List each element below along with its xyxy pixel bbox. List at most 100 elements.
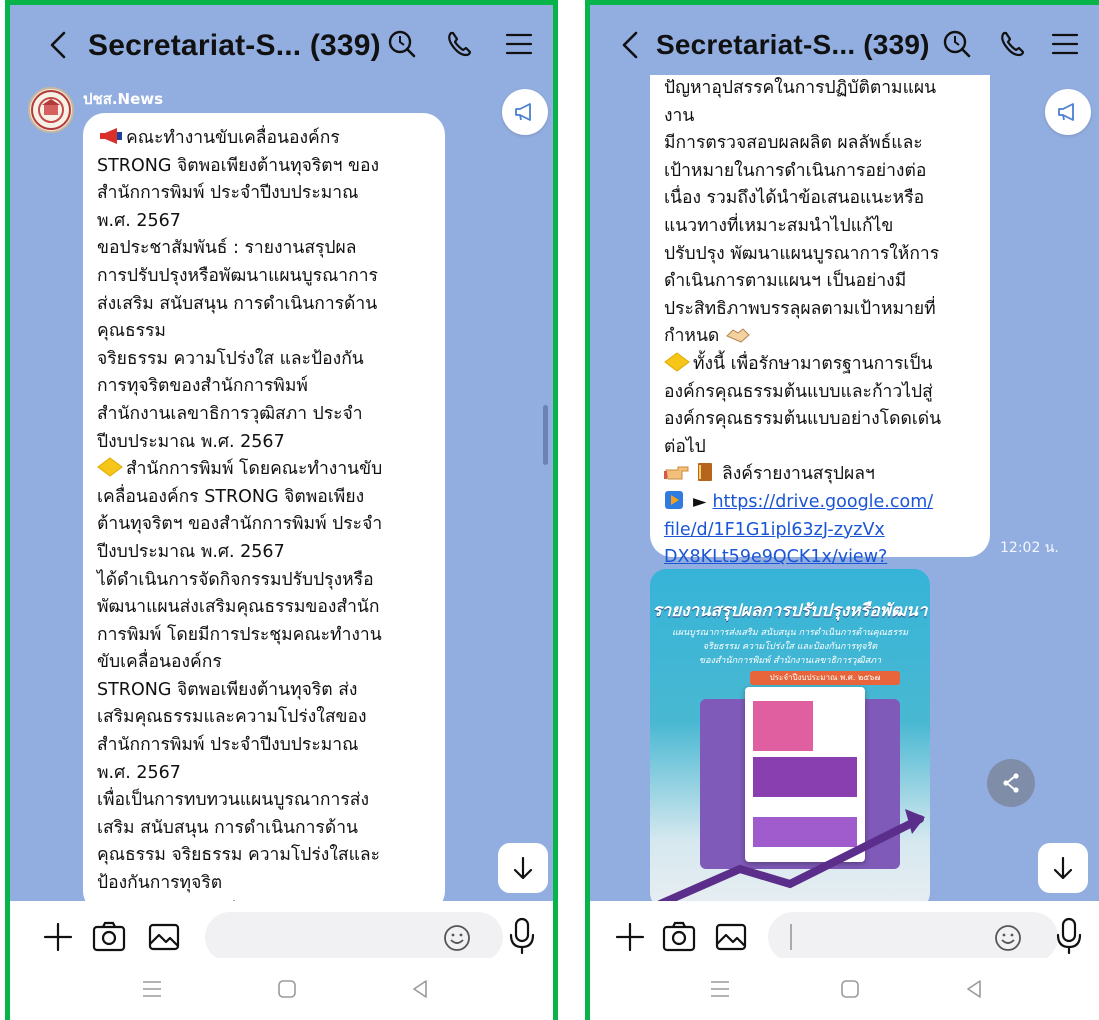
message-line: เสริมคุณธรรมและความโปร่งใสของ <box>97 704 431 732</box>
message-line: จริยธรรม ความโปร่งใส และป้องกัน <box>97 346 431 374</box>
message-text: ปรับปรุง พัฒนาแผนบูรณาการให้การ <box>664 243 940 264</box>
nav-back-icon[interactable] <box>408 978 432 1000</box>
message-text: การพิมพ์ โดยมีการประชุมคณะทำงาน <box>97 624 382 645</box>
message-line: ► https://drive.google.com/ <box>664 489 976 517</box>
message-text: องค์กรคุณธรรมต้นแบบและก้าวไปสู่ <box>664 381 933 402</box>
menu-icon[interactable] <box>502 25 536 63</box>
nav-home-icon[interactable] <box>838 978 862 1000</box>
system-navigation-bar <box>10 958 553 1020</box>
search-icon[interactable] <box>940 25 974 63</box>
share-button[interactable] <box>987 759 1035 807</box>
message-text: ปัญหาอุปสรรคในการปฏิบัติตามแผน <box>664 78 937 98</box>
nav-back-icon[interactable] <box>962 978 986 1000</box>
plus-icon[interactable] <box>612 919 648 955</box>
message-line: เนื่อง รวมถึงได้นำข้อเสนอแนะหรือ <box>664 185 976 213</box>
right-phone-screen: Secretariat-S... (339) ปัญหาอุปสรรคในการ… <box>585 0 1099 1020</box>
message-line: ประสิทธิภาพบรรลุผลตามเป้าหมายที่ <box>664 296 976 324</box>
plus-icon[interactable] <box>40 919 76 955</box>
message-line: เสริม สนับสนุน การดำเนินการด้าน <box>97 815 431 843</box>
system-navigation-bar <box>590 958 1099 1020</box>
image-title: รายงานสรุปผลการปรับปรุงหรือพัฒนา <box>652 601 928 621</box>
message-text: คุณธรรม <box>97 321 166 342</box>
gallery-icon[interactable] <box>145 918 183 956</box>
message-text: การทุจริตของสำนักการพิมพ์ <box>97 376 308 397</box>
message-text: เพื่อเป็นการทบทวนแผนบูรณาการส่ง <box>97 790 369 811</box>
book-icon <box>698 463 712 482</box>
arrow-down-icon <box>513 856 533 880</box>
scrollbar-thumb[interactable] <box>543 405 548 465</box>
chat-area[interactable]: ปชส.News คณะทำงานขับเคลื่อนองค์กร STRONG … <box>10 75 553 910</box>
message-text: ขับเคลื่อนองค์กร <box>97 652 222 673</box>
message-line: การทุจริตของสำนักการพิมพ์ <box>97 373 431 401</box>
message-text: สำนักการพิมพ์ ประจำปีงบประมาณ <box>97 183 359 204</box>
chat-header: Secretariat-S... (339) <box>10 5 553 85</box>
message-line: การพิมพ์ โดยมีการประชุมคณะทำงาน <box>97 622 431 650</box>
message-line: ทั้งนี้ เพื่อรักษามาตรฐานการเป็น <box>664 351 976 379</box>
text-cursor <box>790 924 792 950</box>
announcement-button[interactable] <box>1045 89 1091 135</box>
message-line: เคลื่อนองค์กร STRONG จิตพอเพียง <box>97 484 431 512</box>
message-text: STRONG จิตพอเพียงต้านทุจริตฯ ของ <box>97 155 380 176</box>
sender-avatar[interactable] <box>28 87 74 133</box>
back-icon[interactable] <box>612 25 648 65</box>
message-text: จริยธรรม ความโปร่งใส และป้องกัน <box>97 348 364 369</box>
message-line: เป้าหมายในการดำเนินการอย่างต่อ <box>664 158 976 186</box>
message-line: ส่งเสริม สนับสนุน การดำเนินการด้าน <box>97 291 431 319</box>
nav-home-icon[interactable] <box>275 978 299 1000</box>
scroll-to-bottom-button[interactable] <box>498 843 548 893</box>
message-text: เคลื่อนองค์กร STRONG จิตพอเพียง <box>97 486 365 507</box>
message-text: งาน <box>664 105 695 126</box>
message-text: มีการตรวจสอบผลผลิต ผลลัพธ์และ <box>664 133 923 154</box>
message-bubble[interactable]: คณะทำงานขับเคลื่อนองค์กร STRONG จิตพอเพีย… <box>83 113 445 910</box>
phone-icon[interactable] <box>995 25 1029 63</box>
nav-recents-icon[interactable] <box>708 978 732 1000</box>
message-line: การปรับปรุงหรือพัฒนาแผนบูรณาการ <box>97 263 431 291</box>
share-icon <box>1003 773 1019 793</box>
microphone-icon[interactable] <box>505 915 539 957</box>
message-text: ปีงบประมาณ พ.ศ. 2567 <box>97 431 285 452</box>
chat-area[interactable]: ปัญหาอุปสรรคในการปฏิบัติตามแผนงานมีการตร… <box>590 75 1099 910</box>
camera-icon[interactable] <box>660 918 698 956</box>
message-text: เสริมคุณธรรมและความโปร่งใสของ <box>97 707 367 728</box>
menu-icon[interactable] <box>1048 25 1082 63</box>
chat-title[interactable]: Secretariat-S... (339) <box>88 29 381 63</box>
message-text: พ.ศ. 2567 <box>97 210 181 231</box>
message-line: ปัญหาอุปสรรคในการปฏิบัติตามแผน <box>664 75 976 103</box>
message-text: ได้ดำเนินการจัดกิจกรรมปรับปรุงหรือ <box>97 569 374 590</box>
message-text: ขอประชาสัมพันธ์ : รายงานสรุปผล <box>97 238 357 259</box>
report-image-card[interactable]: รายงานสรุปผลการปรับปรุงหรือพัฒนา แผนบูรณ… <box>650 569 930 909</box>
message-text: ส่งเสริม สนับสนุน การดำเนินการด้าน <box>97 293 378 314</box>
phone-icon[interactable] <box>442 25 476 63</box>
message-bubble[interactable]: ปัญหาอุปสรรคในการปฏิบัติตามแผนงานมีการตร… <box>650 75 990 595</box>
search-icon[interactable] <box>385 25 419 63</box>
message-line: สำนักการพิมพ์ โดยคณะทำงานขับ <box>97 456 431 484</box>
message-line: คณะทำงานขับเคลื่อนองค์กร <box>97 125 431 153</box>
emoji-icon[interactable] <box>993 923 1023 953</box>
message-text: สำนักการพิมพ์ ประจำปีงบประมาณ <box>97 735 359 756</box>
message-timestamp: 12:02 น. <box>1000 540 1059 556</box>
camera-icon[interactable] <box>90 918 128 956</box>
message-line: องค์กรคุณธรรมต้นแบบและก้าวไปสู่ <box>664 379 976 407</box>
nav-recents-icon[interactable] <box>140 978 164 1000</box>
message-text: ► <box>693 491 707 512</box>
gallery-icon[interactable] <box>712 918 750 956</box>
message-text: กำหนด <box>664 326 720 347</box>
back-icon[interactable] <box>40 25 76 65</box>
announcement-button[interactable] <box>502 89 548 135</box>
scroll-to-bottom-button[interactable] <box>1038 843 1088 893</box>
drive-link[interactable]: https://drive.google.com/ <box>712 492 933 512</box>
chat-title[interactable]: Secretariat-S... (339) <box>656 29 930 61</box>
drive-link[interactable]: DX8KLt59e9QCK1x/view? <box>664 544 976 572</box>
microphone-icon[interactable] <box>1052 915 1086 957</box>
message-line: พัฒนาแผนส่งเสริมคุณธรรมของสำนัก <box>97 594 431 622</box>
message-line: ลิงค์รายงานสรุปผลฯ <box>664 461 976 489</box>
message-text: คณะทำงานขับเคลื่อนองค์กร <box>126 128 340 148</box>
drive-link[interactable]: file/d/1F1G1ipl63zJ-zyzVx <box>664 517 976 545</box>
message-text: พัฒนาแผนส่งเสริมคุณธรรมของสำนัก <box>97 597 380 618</box>
handshake-emoji-icon <box>726 328 751 343</box>
message-text: ต้านทุจริตฯ ของสำนักการพิมพ์ ประจำ <box>97 514 383 535</box>
message-text: องค์กรคุณธรรมต้นแบบอย่างโดดเด่น <box>664 409 942 430</box>
emoji-icon[interactable] <box>442 923 472 953</box>
yellow-diamond-icon <box>97 457 123 477</box>
sender-name: ปชส.News <box>83 90 164 108</box>
